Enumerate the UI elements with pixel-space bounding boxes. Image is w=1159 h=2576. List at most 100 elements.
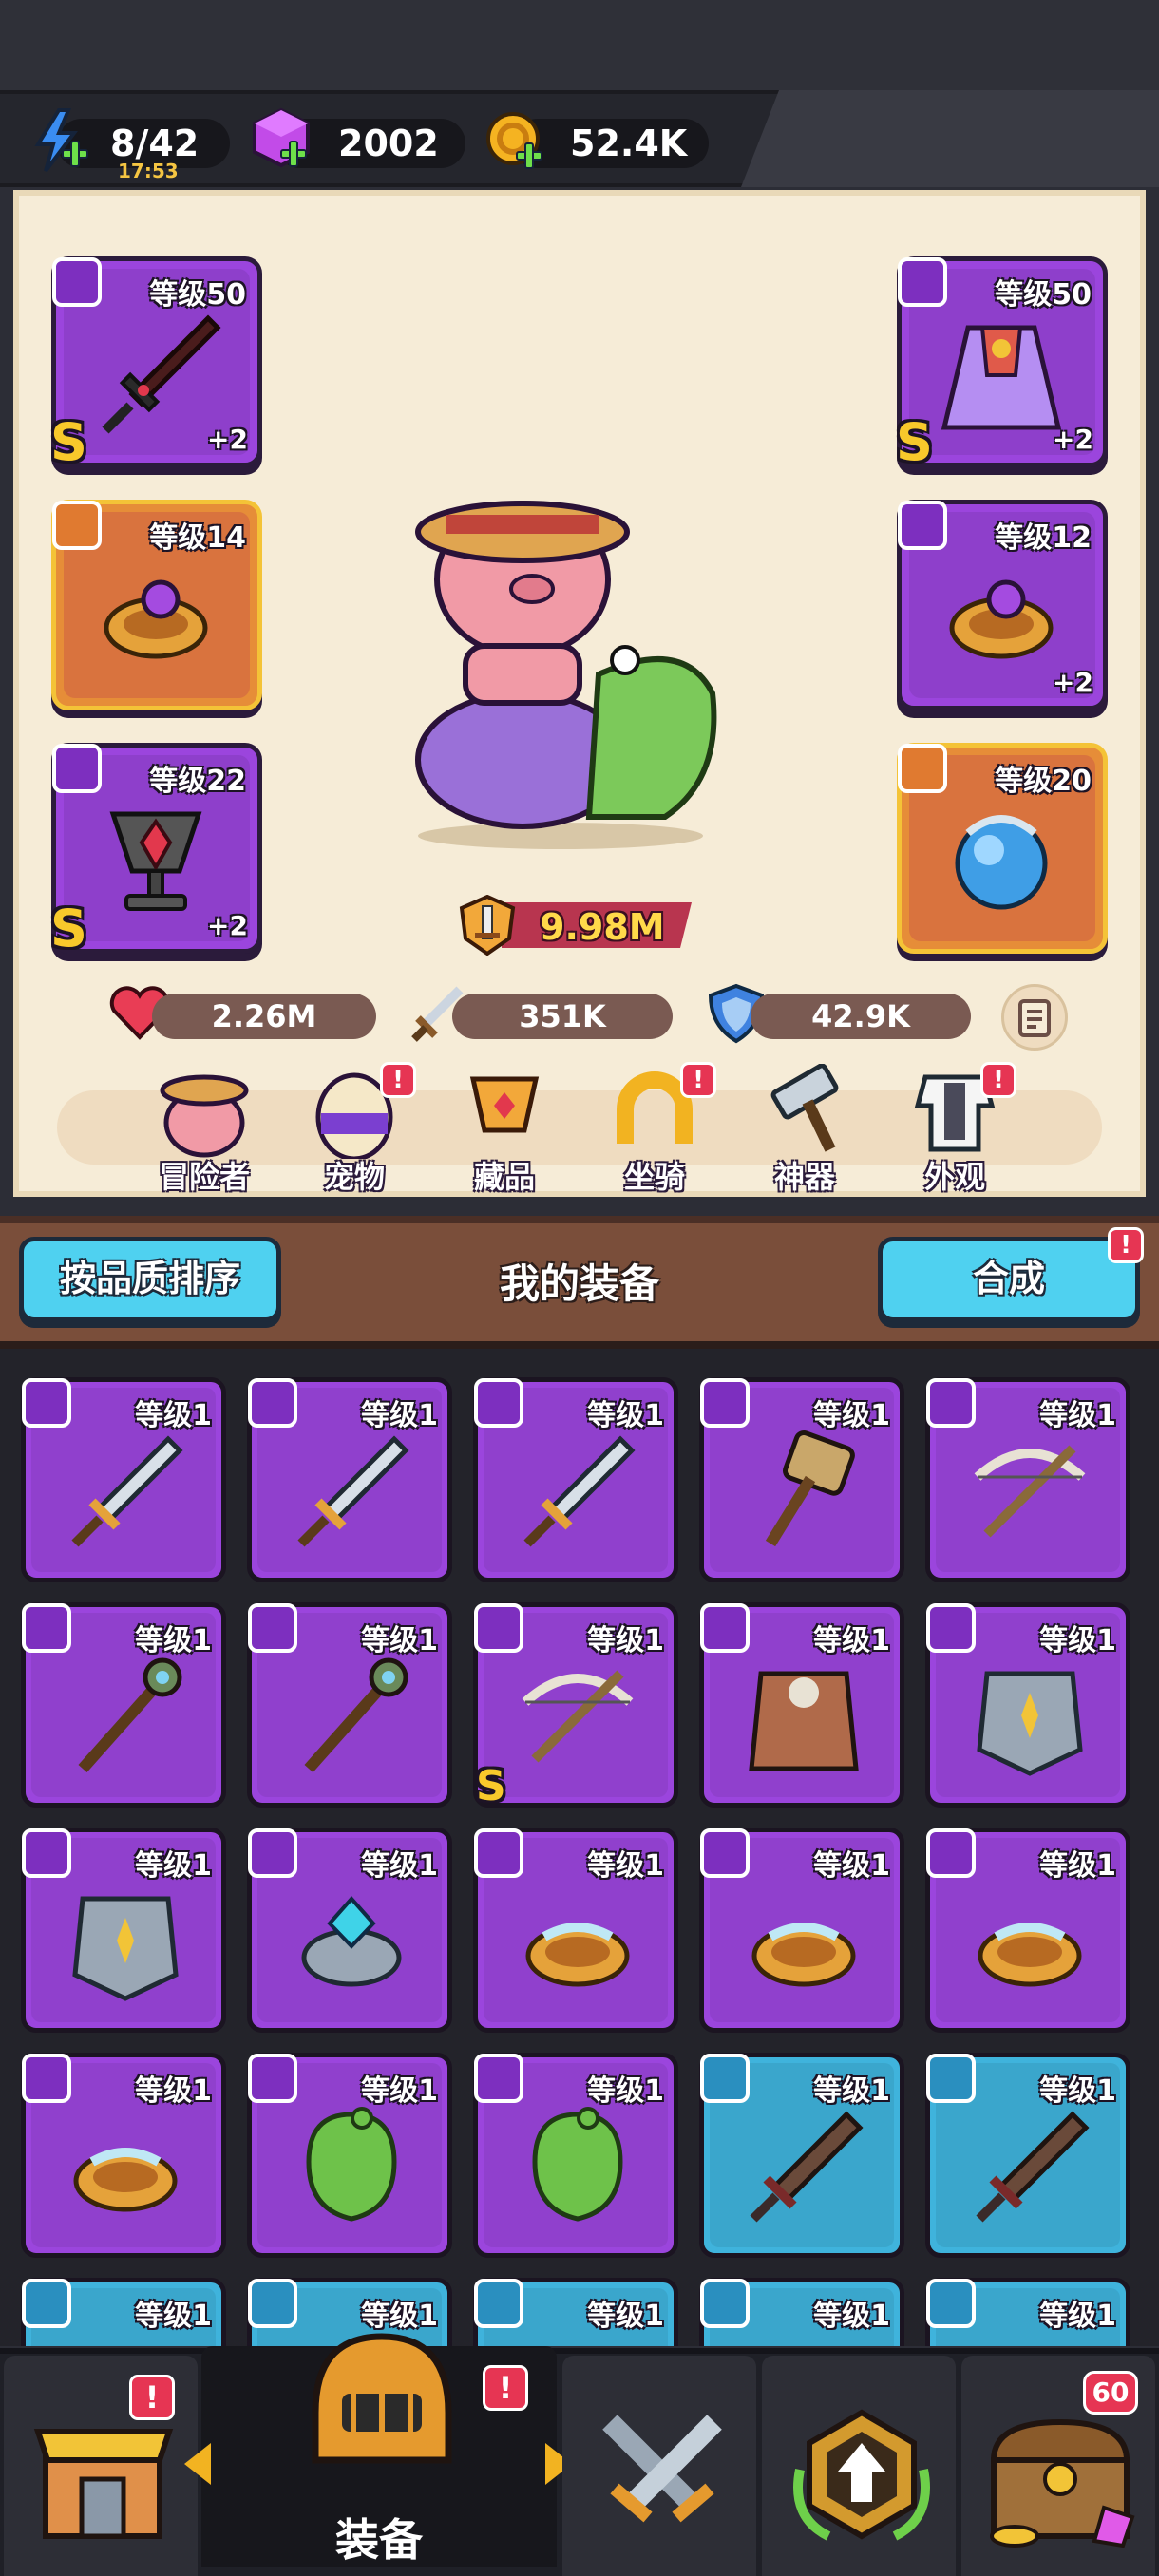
grade-badge: S — [476, 1762, 506, 1810]
hammer-icon — [765, 1430, 855, 1547]
grade-badge: S — [50, 899, 87, 958]
gold-ring-icon — [949, 579, 1054, 659]
inventory-item[interactable]: 等级1 — [699, 2053, 904, 2258]
inventory-item[interactable]: 等级1 — [699, 1602, 904, 1808]
cape-icon — [940, 325, 1062, 430]
nav-battle[interactable] — [562, 2356, 756, 2576]
inventory-item[interactable]: 等级1 — [21, 1602, 226, 1808]
inventory-item[interactable]: 等级1 — [473, 2053, 678, 2258]
alert-badge: ! — [483, 2365, 528, 2411]
nav-left-arrow-icon — [184, 2443, 211, 2485]
grade-badge: S — [896, 412, 933, 472]
nav-equipment-label: 装备 — [335, 2514, 423, 2566]
inventory-item[interactable]: 等级1 — [247, 1377, 452, 1582]
nav-chest[interactable]: 60 — [961, 2356, 1155, 2576]
alert-badge: ! — [980, 1062, 1016, 1098]
inventory-item[interactable]: 等级1 — [699, 1377, 904, 1582]
resource-bar-accent — [741, 90, 1159, 187]
inventory-item[interactable]: 等级1 — [473, 2278, 678, 2346]
inventory-item[interactable]: 等级1 — [925, 2278, 1130, 2346]
staff-icon — [78, 1657, 182, 1772]
equipped-necklace-slot[interactable]: 等级22 +2 S — [50, 743, 262, 958]
menu-label: 外观 — [923, 1159, 985, 1195]
defense-value: 42.9K — [811, 998, 910, 1034]
amulet-icon — [306, 2107, 397, 2222]
chalice-icon — [109, 811, 202, 911]
plate-armor-icon — [72, 1896, 179, 2001]
enhance-level: +2 — [207, 910, 248, 941]
inventory-item[interactable]: 等级1 — [21, 2053, 226, 2258]
inventory-item[interactable]: 等级1 — [247, 2053, 452, 2258]
alert-badge: ! — [380, 1062, 416, 1098]
crossbow-icon — [974, 1445, 1086, 1538]
sort-by-quality-button[interactable]: 按品质排序 — [19, 1237, 281, 1322]
inventory-item[interactable]: 等级1 S — [473, 1602, 678, 1810]
menu-label: 藏品 — [473, 1159, 535, 1195]
inventory-item[interactable]: 等级1 — [473, 1828, 678, 2033]
weapon-slot-icon — [926, 2279, 976, 2328]
weapon-slot-icon — [22, 2279, 71, 2328]
item-level: 等级1 — [587, 2300, 664, 2333]
hero-character[interactable] — [380, 456, 741, 855]
greatsword-icon — [750, 2111, 864, 2223]
menu-collection[interactable]: 藏品 — [443, 1064, 566, 1197]
inventory-item[interactable]: 等级1 — [21, 2278, 226, 2346]
menu-appearance[interactable]: 外观 ! — [893, 1062, 1016, 1197]
item-level: 等级1 — [135, 2300, 212, 2333]
chest-count-badge: 60 — [1083, 2371, 1138, 2415]
equipped-ring-slot-2[interactable]: 等级12 +2 — [897, 500, 1108, 710]
gold-ring-icon — [104, 579, 208, 659]
crossbow-icon — [522, 1670, 634, 1763]
upgrade-arrow-icon — [793, 2409, 930, 2541]
list-detail-icon — [1018, 999, 1051, 1037]
inventory-item[interactable]: 等级1 — [247, 1828, 452, 2033]
inventory-item[interactable]: 等级1 — [699, 1828, 904, 2033]
menu-pets[interactable]: 宠物 ! — [293, 1062, 416, 1197]
merge-button[interactable]: 合成 — [878, 1237, 1140, 1322]
menu-artifact[interactable]: 神器 — [743, 1064, 866, 1197]
inventory-item[interactable]: 等级1 — [473, 1377, 678, 1582]
inventory-item[interactable]: 等级1 — [925, 1828, 1130, 2033]
equipped-weapon-slot[interactable]: 等级50 +2 S — [50, 256, 262, 472]
nav-upgrade[interactable] — [762, 2356, 956, 2576]
inventory-item[interactable]: 等级1 — [925, 1602, 1130, 1808]
inventory-grid: 等级1 等级1 等级1 等级1 等级1 等级1 等级1 等级1 S 等级1 等级1 等级1 等级1 等级1… — [0, 1349, 1159, 2346]
dark-sword-icon — [102, 314, 221, 434]
orb-icon — [955, 815, 1048, 910]
inventory-item[interactable]: 等级1 — [247, 1602, 452, 1808]
stats-detail-button[interactable] — [1001, 984, 1068, 1051]
equipped-ring-slot[interactable]: 等级14 — [51, 500, 262, 710]
weapon-slot-icon — [700, 2279, 750, 2328]
item-level: 等级1 — [813, 2300, 890, 2333]
alert-badge: ! — [129, 2375, 175, 2420]
inventory-item[interactable]: 等级1 — [21, 1377, 226, 1582]
staff-icon — [304, 1657, 408, 1772]
lightning-icon — [34, 108, 88, 173]
menu-adventurer[interactable]: 冒险者 — [142, 1064, 266, 1197]
menu-label: 冒险者 — [158, 1159, 250, 1195]
nav-equipment[interactable]: 装备 ! — [184, 2333, 572, 2567]
weapon-slot-icon — [248, 2279, 297, 2328]
inventory-title: 我的装备 — [499, 1260, 659, 1307]
nav-shop[interactable]: ! — [4, 2356, 198, 2576]
plate-armor-icon — [977, 1671, 1083, 1776]
ring-icon — [525, 1923, 630, 1987]
inventory-item[interactable]: 等级1 — [925, 2053, 1130, 2258]
gold-value: 52.4K — [570, 123, 688, 164]
inventory-item[interactable]: 等级1 — [699, 2278, 904, 2346]
inventory-item[interactable]: 等级1 — [925, 1377, 1130, 1582]
inventory-item[interactable]: 等级1 — [21, 1828, 226, 2033]
energy-timer: 17:53 — [118, 160, 179, 182]
menu-label: 神器 — [773, 1159, 835, 1195]
ring-icon — [978, 1923, 1082, 1987]
status-bar-area — [0, 0, 1159, 90]
power-value: 9.98M — [540, 906, 665, 948]
equipped-armor-slot[interactable]: 等级50 +2 S — [896, 256, 1108, 472]
menu-label: 坐骑 — [623, 1159, 685, 1195]
helmet-icon — [312, 2333, 452, 2464]
menu-mount[interactable]: 坐骑 ! — [593, 1062, 716, 1197]
gem-cube-icon — [253, 107, 310, 168]
ring-icon — [751, 1923, 856, 1987]
power-sword-icon — [459, 895, 516, 956]
equipped-necklace-slot-2[interactable]: 等级20 — [897, 743, 1108, 954]
